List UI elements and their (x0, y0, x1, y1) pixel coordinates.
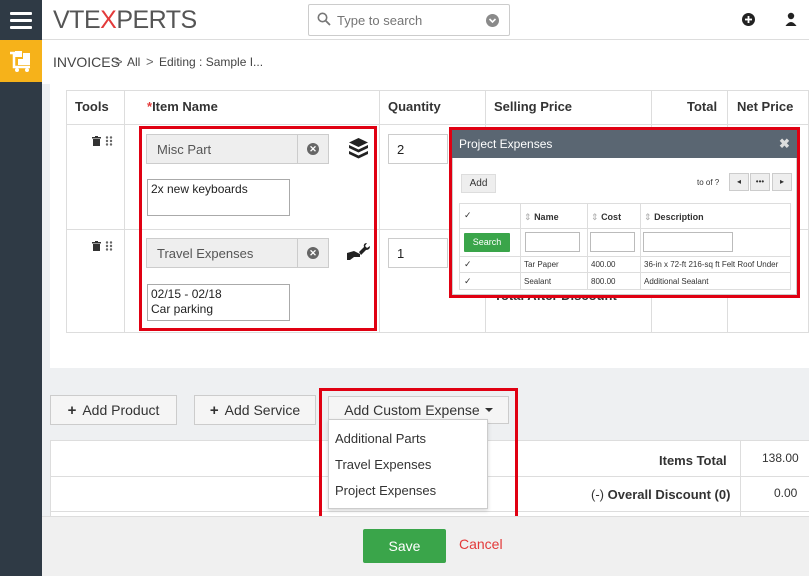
highlight-popup (449, 127, 800, 298)
invoice-module-icon[interactable] (0, 40, 42, 82)
add-product-button[interactable]: + Add Product (50, 395, 177, 425)
breadcrumb-separator: > (146, 54, 154, 69)
trash-icon[interactable] (92, 136, 101, 146)
table-divider (50, 440, 51, 516)
search-icon (317, 12, 331, 26)
column-header-selling-price: Selling Price (494, 99, 573, 114)
add-icon[interactable] (742, 13, 755, 26)
breadcrumb-all[interactable]: All (127, 55, 140, 69)
chevron-down-icon[interactable] (486, 14, 499, 27)
table-divider (379, 90, 380, 333)
global-search[interactable] (308, 4, 510, 36)
table-divider (66, 124, 809, 125)
highlight-custom-expense (319, 388, 518, 519)
add-service-button[interactable]: + Add Service (194, 395, 316, 425)
menu-icon[interactable] (0, 0, 42, 40)
left-sidebar (0, 0, 42, 576)
cancel-link[interactable]: Cancel (459, 536, 503, 552)
save-button[interactable]: Save (363, 529, 446, 563)
column-header-total: Total (687, 99, 718, 114)
app-logo[interactable]: VTEXPERTS (53, 6, 197, 34)
column-header-item-name: *Item Name (147, 99, 218, 114)
items-total-value: 138.00 (762, 451, 799, 465)
breadcrumb (42, 41, 809, 83)
breadcrumb-current: Editing : Sample I... (159, 55, 264, 69)
user-icon[interactable] (785, 12, 797, 29)
search-input[interactable] (337, 11, 477, 29)
quantity-input[interactable]: 1 (388, 238, 448, 268)
drag-handle-icon[interactable] (105, 136, 113, 146)
drag-handle-icon[interactable] (105, 241, 113, 251)
items-total-label: Items Total (659, 453, 727, 468)
overall-discount-value: 0.00 (774, 486, 798, 500)
breadcrumb-separator: > (115, 54, 123, 69)
table-divider (124, 90, 125, 333)
table-divider (740, 440, 741, 516)
plus-icon: + (209, 401, 219, 419)
overall-discount-label[interactable]: (-) Overall Discount (0) (591, 487, 730, 502)
column-header-net-price: Net Price (737, 99, 794, 114)
breadcrumb-module[interactable]: INVOICES (53, 54, 120, 70)
column-header-tools: Tools (75, 99, 109, 114)
highlight-item-names (139, 126, 377, 331)
column-header-quantity: Quantity (388, 99, 441, 114)
quantity-input[interactable]: 2 (388, 134, 448, 164)
trash-icon[interactable] (92, 241, 101, 251)
plus-icon: + (67, 401, 77, 419)
